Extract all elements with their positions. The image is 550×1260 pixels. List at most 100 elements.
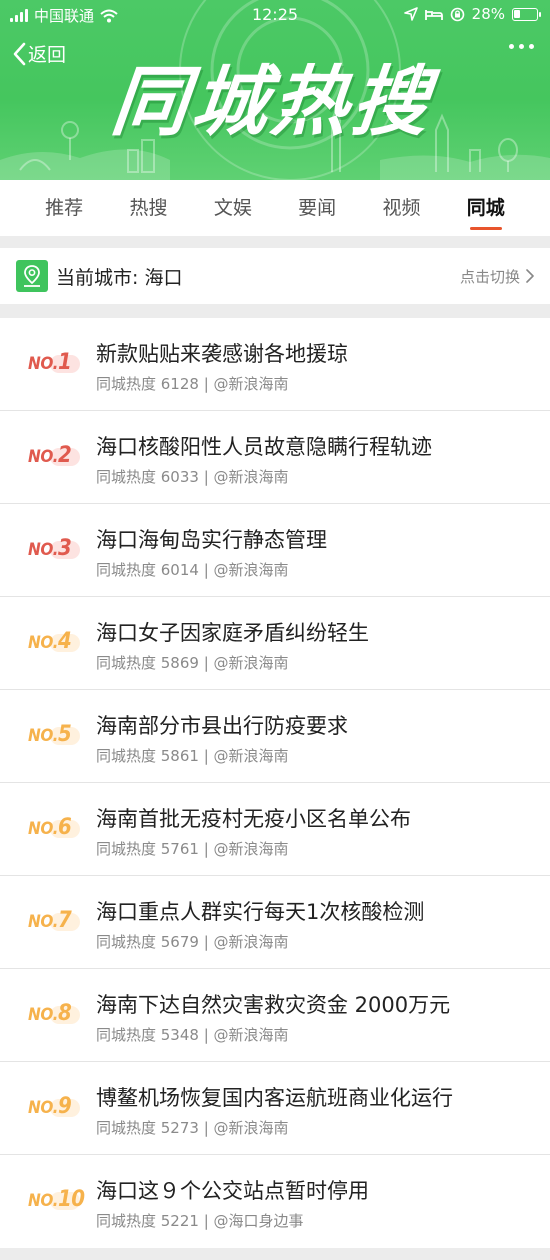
- item-heat: 同城热度 5221: [96, 1212, 199, 1230]
- list-item[interactable]: NO.9 博鳌机场恢复国内客运航班商业化运行 同城热度 5273 | @新浪海南: [0, 1062, 550, 1155]
- list-item[interactable]: NO.8 海南下达自然灾害救灾资金 2000万元 同城热度 5348 | @新浪海南: [0, 969, 550, 1062]
- item-heat: 同城热度 5348: [96, 1026, 199, 1044]
- tab-recommend[interactable]: 推荐: [22, 180, 106, 236]
- switch-city-button[interactable]: 点击切换: [460, 266, 534, 287]
- location-arrow-icon: [403, 7, 418, 21]
- rank-value: 4: [57, 629, 72, 654]
- meta-separator: |: [198, 933, 214, 951]
- item-heat: 同城热度 6014: [96, 561, 199, 579]
- item-heat: 同城热度 5869: [96, 654, 199, 672]
- item-meta: 同城热度 5348 | @新浪海南: [96, 1024, 289, 1045]
- tab-local[interactable]: 同城: [444, 180, 528, 236]
- current-city-bar: 当前城市: 海口 点击切换: [0, 248, 550, 304]
- item-source: @新浪海南: [213, 468, 289, 486]
- rank-value: 1: [57, 350, 72, 375]
- rank-badge: NO.4: [28, 629, 84, 655]
- meta-separator: |: [198, 468, 214, 486]
- rank-badge: NO.9: [28, 1094, 84, 1120]
- tab-entertainment[interactable]: 文娱: [191, 180, 275, 236]
- more-dot-icon: [529, 44, 534, 49]
- tab-video[interactable]: 视频: [359, 180, 443, 236]
- bed-icon: [424, 9, 443, 20]
- rank-number: NO.5: [28, 722, 72, 747]
- list-item[interactable]: NO.5 海南部分市县出行防疫要求 同城热度 5861 | @新浪海南: [0, 690, 550, 783]
- more-dot-icon: [509, 44, 514, 49]
- rank-value: 10: [57, 1187, 85, 1212]
- item-meta: 同城热度 6128 | @新浪海南: [96, 373, 289, 394]
- item-meta: 同城热度 5273 | @新浪海南: [96, 1117, 289, 1138]
- tab-hot-search[interactable]: 热搜: [106, 180, 190, 236]
- item-title: 博鳌机场恢复国内客运航班商业化运行: [96, 1086, 453, 1110]
- list-item[interactable]: NO.3 海口海甸岛实行静态管理 同城热度 6014 | @新浪海南: [0, 504, 550, 597]
- more-dot-icon: [519, 44, 524, 49]
- item-title: 海南下达自然灾害救灾资金 2000万元: [96, 993, 451, 1017]
- rank-number: NO.6: [28, 815, 72, 840]
- chevron-left-icon: [13, 42, 26, 65]
- item-title: 海口女子因家庭矛盾纠纷轻生: [96, 621, 369, 645]
- item-meta: 同城热度 5861 | @新浪海南: [96, 745, 289, 766]
- rank-value: 5: [57, 722, 72, 747]
- rotation-lock-icon: [450, 7, 464, 21]
- item-source: @新浪海南: [213, 1026, 289, 1044]
- item-title: 海口重点人群实行每天1次核酸检测: [96, 900, 425, 924]
- rank-number: NO.4: [28, 629, 72, 654]
- item-title: 海口核酸阳性人员故意隐瞒行程轨迹: [96, 435, 432, 459]
- item-meta: 同城热度 5869 | @新浪海南: [96, 652, 289, 673]
- item-meta: 同城热度 6033 | @新浪海南: [96, 466, 289, 487]
- meta-separator: |: [198, 1026, 214, 1044]
- list-item[interactable]: NO.7 海口重点人群实行每天1次核酸检测 同城热度 5679 | @新浪海南: [0, 876, 550, 969]
- more-button[interactable]: [509, 44, 534, 49]
- rank-number: NO.7: [28, 908, 72, 933]
- item-title: 海南部分市县出行防疫要求: [96, 714, 348, 738]
- list-item[interactable]: NO.1 新款贴贴来袭感谢各地援琼 同城热度 6128 | @新浪海南: [0, 318, 550, 411]
- item-source: @新浪海南: [213, 1119, 289, 1137]
- rank-badge: NO.10: [28, 1187, 85, 1213]
- rank-value: 3: [57, 536, 72, 561]
- status-right: 28%: [403, 5, 541, 23]
- rank-badge: NO.2: [28, 443, 84, 469]
- page-title: 同城热搜: [107, 57, 437, 146]
- rank-badge: NO.5: [28, 722, 84, 748]
- item-meta: 同城热度 5679 | @新浪海南: [96, 931, 289, 952]
- location-pin-icon: [16, 260, 48, 292]
- rank-badge: NO.3: [28, 536, 84, 562]
- item-title: 海口这９个公交站点暂时停用: [96, 1179, 369, 1203]
- rank-number: NO.9: [28, 1094, 72, 1119]
- status-bar: 中国联通 12:25 28%: [0, 0, 550, 30]
- back-label: 返回: [28, 44, 67, 66]
- item-heat: 同城热度 6033: [96, 468, 199, 486]
- item-heat: 同城热度 6128: [96, 375, 199, 393]
- list-item[interactable]: NO.2 海口核酸阳性人员故意隐瞒行程轨迹 同城热度 6033 | @新浪海南: [0, 411, 550, 504]
- rank-number: NO.2: [28, 443, 72, 468]
- category-tabs: 推荐 热搜 文娱 要闻 视频 同城: [0, 180, 550, 236]
- hot-search-list: NO.1 新款贴贴来袭感谢各地援琼 同城热度 6128 | @新浪海南 NO.2 海口核…: [0, 318, 550, 1248]
- item-meta: 同城热度 5761 | @新浪海南: [96, 838, 289, 859]
- item-source: @新浪海南: [213, 654, 289, 672]
- rank-number: NO.10: [28, 1187, 85, 1212]
- rank-value: 8: [57, 1001, 72, 1026]
- item-heat: 同城热度 5761: [96, 840, 199, 858]
- rank-value: 9: [57, 1094, 72, 1119]
- item-meta: 同城热度 6014 | @新浪海南: [96, 559, 289, 580]
- list-item[interactable]: NO.10 海口这９个公交站点暂时停用 同城热度 5221 | @海口身边事: [0, 1155, 550, 1248]
- item-source: @新浪海南: [213, 747, 289, 765]
- current-city-label: 当前城市: 海口: [56, 266, 183, 289]
- rank-badge: NO.1: [28, 350, 84, 376]
- list-item[interactable]: NO.6 海南首批无疫村无疫小区名单公布 同城热度 5761 | @新浪海南: [0, 783, 550, 876]
- item-source: @新浪海南: [213, 933, 289, 951]
- battery-icon: [512, 7, 541, 21]
- meta-separator: |: [198, 1212, 214, 1230]
- meta-separator: |: [198, 375, 214, 393]
- item-title: 海口海甸岛实行静态管理: [96, 528, 327, 552]
- rank-badge: NO.7: [28, 908, 84, 934]
- meta-separator: |: [198, 747, 214, 765]
- rank-number: NO.3: [28, 536, 72, 561]
- meta-separator: |: [198, 654, 214, 672]
- battery-percent: 28%: [471, 5, 505, 23]
- rank-badge: NO.6: [28, 815, 84, 841]
- tab-news[interactable]: 要闻: [275, 180, 359, 236]
- back-button[interactable]: 返回: [12, 40, 66, 67]
- item-heat: 同城热度 5861: [96, 747, 199, 765]
- rank-value: 7: [57, 908, 72, 933]
- list-item[interactable]: NO.4 海口女子因家庭矛盾纠纷轻生 同城热度 5869 | @新浪海南: [0, 597, 550, 690]
